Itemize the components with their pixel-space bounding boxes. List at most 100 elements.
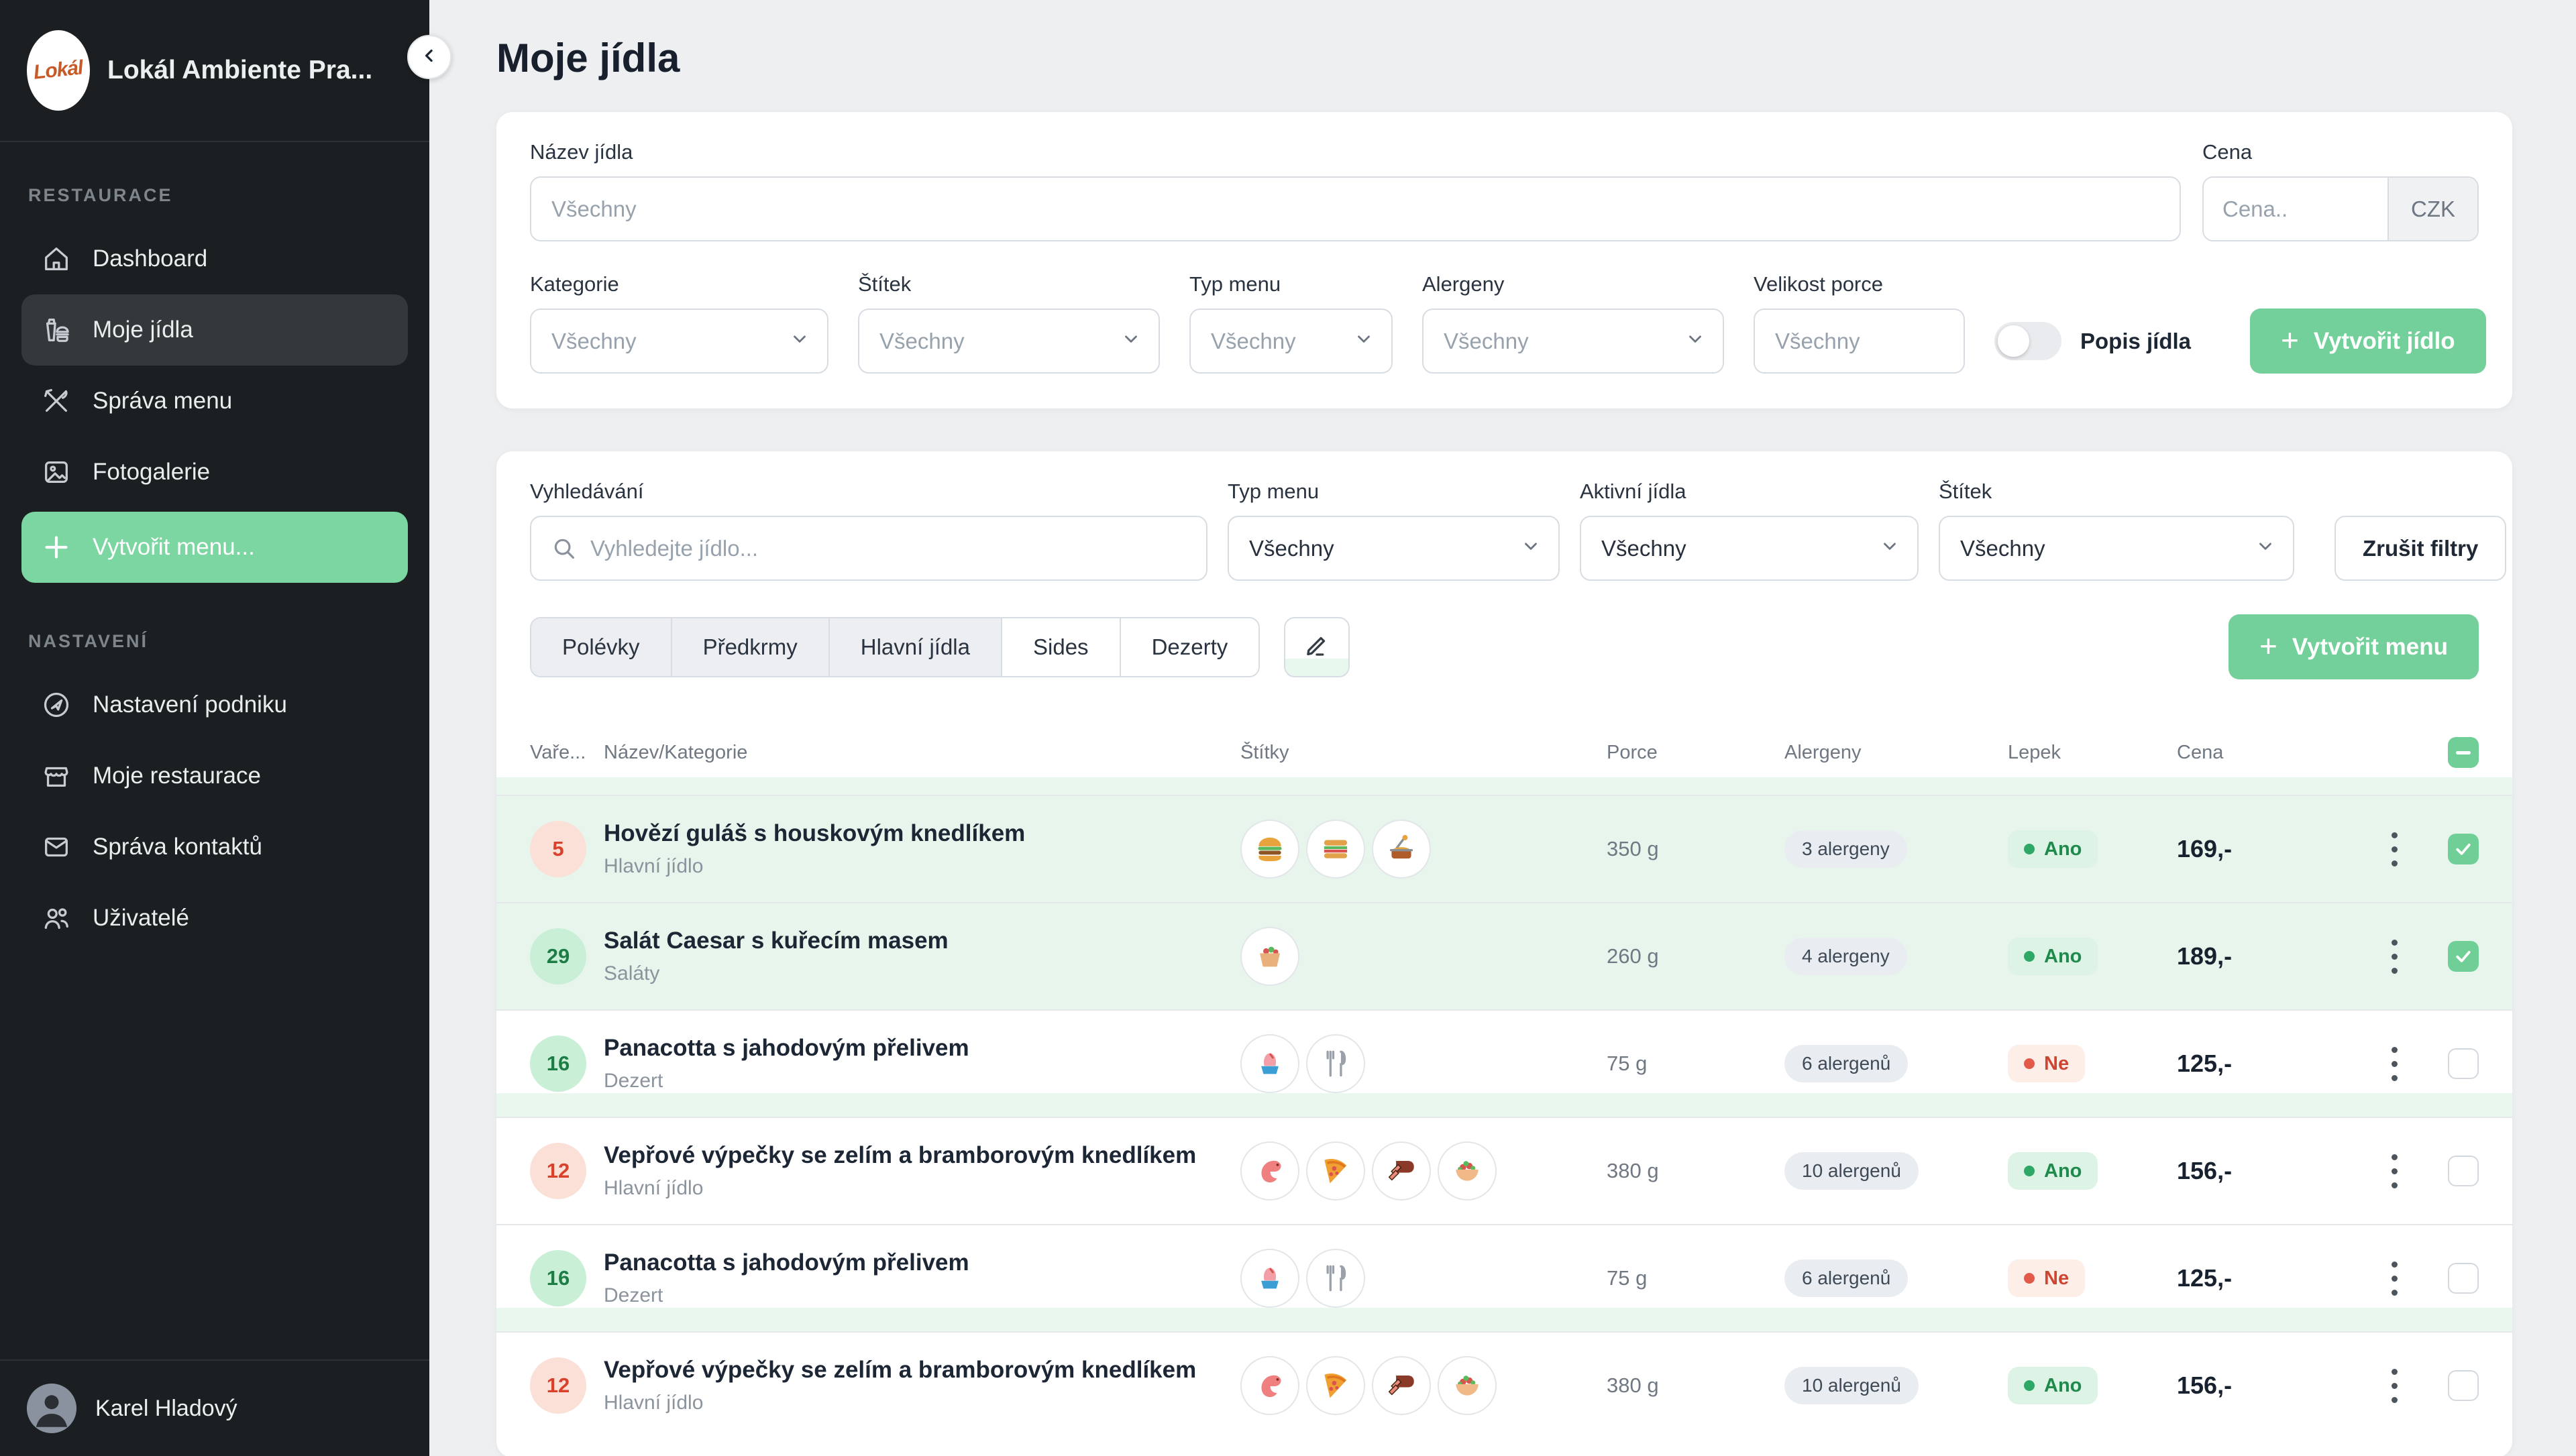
- table-row[interactable]: 16 Panacotta s jahodovým přelivem Dezert…: [496, 1224, 2512, 1331]
- store-icon: [40, 760, 72, 792]
- row-checkbox[interactable]: [2448, 941, 2479, 972]
- plus-icon: +: [2259, 630, 2277, 661]
- tab-polevky[interactable]: Polévky: [531, 618, 671, 676]
- dish-tags: [1240, 1034, 1607, 1093]
- chevron-left-icon: [419, 46, 439, 69]
- allergen-chip: 3 alergeny: [1784, 830, 1907, 868]
- row-menu-button[interactable]: [2385, 1040, 2404, 1088]
- chevron-down-icon: [790, 329, 810, 354]
- search-input[interactable]: [590, 536, 1186, 561]
- dish-name-label: Název jídla: [530, 140, 2181, 164]
- tab-hlavni-jidla[interactable]: Hlavní jídla: [828, 618, 1001, 676]
- select-kategorie[interactable]: Všechny: [530, 309, 828, 374]
- column-header-nazev-kategorie: Název/Kategorie: [604, 742, 1240, 764]
- select-stitek[interactable]: Všechny: [1939, 516, 2294, 581]
- select-typ-menu[interactable]: Všechny: [1189, 309, 1393, 374]
- sidebar-item-uzivatele[interactable]: Uživatelé: [21, 883, 408, 954]
- row-checkbox[interactable]: [2448, 1263, 2479, 1294]
- table-row[interactable]: 29 Salát Caesar s kuřecím masem Saláty 2…: [496, 902, 2512, 1009]
- sidebar-item-moje-restaurace[interactable]: Moje restaurace: [21, 740, 408, 811]
- sidebar-item-label: Správa menu: [93, 388, 232, 414]
- dish-tags: [1240, 820, 1607, 879]
- tab-dezerty[interactable]: Dezerty: [1120, 618, 1259, 676]
- select-group-stitek: Štítek Všechny: [858, 272, 1160, 374]
- select-group-typ-menu: Typ menu Všechny: [1189, 272, 1393, 374]
- sidebar-item-label: Dashboard: [93, 245, 207, 272]
- row-menu-button[interactable]: [2385, 826, 2404, 873]
- portion-input[interactable]: [1775, 329, 1943, 354]
- user-avatar-icon: [27, 1384, 76, 1433]
- meat-icon: [1372, 1356, 1431, 1415]
- table-row[interactable]: 5 Hovězí guláš s houskovým knedlíkem Hla…: [496, 795, 2512, 902]
- table-row[interactable]: 12 Vepřové výpečky se zelím a bramborový…: [496, 1117, 2512, 1224]
- chevron-down-icon: [1121, 329, 1141, 354]
- sidebar-item-sprava-kontaktu[interactable]: Správa kontaktů: [21, 811, 408, 883]
- sidebar-item-fotogalerie[interactable]: Fotogalerie: [21, 437, 408, 508]
- cutlery-icon: [1306, 1034, 1365, 1093]
- salad-bowl-icon: [1438, 1356, 1497, 1415]
- allergen-chip: 10 alergenů: [1784, 1367, 1919, 1404]
- select-label: Štítek: [1939, 480, 2294, 504]
- row-menu-button[interactable]: [2385, 1255, 2404, 1302]
- select-all-checkbox[interactable]: [2448, 737, 2479, 768]
- table-row[interactable]: 16 Panacotta s jahodovým přelivem Dezert…: [496, 1009, 2512, 1117]
- salad-bowl-icon: [1438, 1141, 1497, 1200]
- sidebar-item-sprava-menu[interactable]: Správa menu: [21, 366, 408, 437]
- brand-row: Lokál Lokál Ambiente Pra...: [0, 0, 429, 142]
- sidebar-item-dashboard[interactable]: Dashboard: [21, 223, 408, 294]
- row-checkbox[interactable]: [2448, 1156, 2479, 1186]
- row-checkbox[interactable]: [2448, 1048, 2479, 1079]
- user-row[interactable]: Karel Hladový: [0, 1359, 429, 1456]
- dish-tags: [1240, 1356, 1607, 1415]
- sidebar-item-nastaveni-podniku[interactable]: Nastavení podniku: [21, 669, 408, 740]
- row-checkbox[interactable]: [2448, 1370, 2479, 1401]
- table-row[interactable]: 12 Vepřové výpečky se zelím a bramborový…: [496, 1331, 2512, 1439]
- column-header-lepek: Lepek: [2008, 742, 2177, 764]
- gluten-chip: Ne: [2008, 1045, 2085, 1082]
- select-value: Všechny: [1960, 536, 2045, 561]
- select-stitek[interactable]: Všechny: [858, 309, 1160, 374]
- category-tabs: PolévkyPředkrmyHlavní jídlaSidesDezerty: [530, 617, 1260, 677]
- dessert-icon: [1240, 1249, 1299, 1308]
- select-aktivni-jidla[interactable]: Všechny: [1580, 516, 1919, 581]
- row-menu-button[interactable]: [2385, 1147, 2404, 1195]
- tab-predkrmy[interactable]: Předkrmy: [671, 618, 828, 676]
- burger-icon: [1240, 820, 1299, 879]
- select-group-typ-menu: Typ menu Všechny: [1228, 480, 1560, 581]
- row-menu-button[interactable]: [2385, 1362, 2404, 1410]
- header-strip: [496, 777, 2512, 795]
- price-value: 156,-: [2177, 1157, 2345, 1185]
- description-toggle[interactable]: [1994, 322, 2061, 360]
- dish-name-input[interactable]: [551, 197, 2159, 222]
- chevron-down-icon: [2255, 536, 2275, 561]
- portion-value: 380 g: [1607, 1374, 1784, 1398]
- cook-count-badge: 12: [530, 1143, 586, 1199]
- clear-filters-button[interactable]: Zrušit filtry: [2334, 516, 2506, 581]
- dish-name: Vepřové výpečky se zelím a bramborovým k…: [604, 1142, 1240, 1169]
- sidebar-item-vytvorit-menu[interactable]: Vytvořit menu...: [21, 512, 408, 583]
- create-menu-button[interactable]: + Vytvořit menu: [2229, 614, 2479, 679]
- sidebar-collapse-button[interactable]: [407, 35, 451, 79]
- currency-addon: CZK: [2387, 178, 2477, 240]
- select-typ-menu[interactable]: Všechny: [1228, 516, 1560, 581]
- price-label: Cena: [2202, 140, 2479, 164]
- edit-categories-button[interactable]: [1284, 617, 1350, 677]
- price-value: 189,-: [2177, 942, 2345, 970]
- select-alergeny[interactable]: Všechny: [1422, 309, 1724, 374]
- column-header-alergeny: Alergeny: [1784, 742, 2008, 764]
- create-dish-button[interactable]: + Vytvořit jídlo: [2250, 309, 2486, 374]
- sidebar-item-moje-jidla[interactable]: Moje jídla: [21, 294, 408, 366]
- dish-name-field-group: Název jídla: [530, 140, 2181, 241]
- dish-tags: [1240, 1249, 1607, 1308]
- tab-sides[interactable]: Sides: [1001, 618, 1120, 676]
- gluten-chip: Ano: [2008, 830, 2098, 868]
- filters-card: Název jídla Cena CZK Kategorie Všechny: [496, 112, 2512, 408]
- sidebar-item-label: Nastavení podniku: [93, 691, 287, 718]
- row-menu-button[interactable]: [2385, 933, 2404, 981]
- search-label: Vyhledávání: [530, 480, 1208, 504]
- allergen-chip: 4 alergeny: [1784, 938, 1907, 975]
- row-checkbox[interactable]: [2448, 834, 2479, 864]
- cook-count-badge: 5: [530, 821, 586, 877]
- price-input[interactable]: [2204, 178, 2387, 240]
- allergen-chip: 6 alergenů: [1784, 1045, 1908, 1082]
